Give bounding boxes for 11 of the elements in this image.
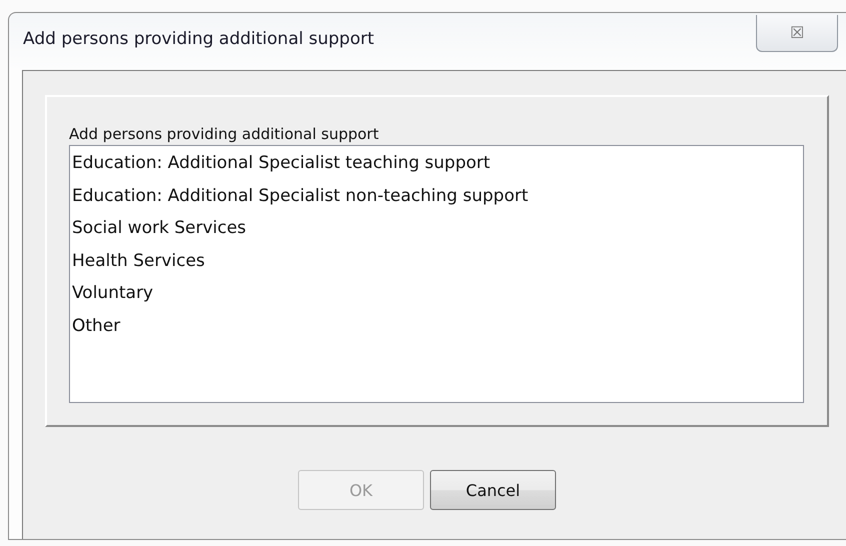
list-item[interactable]: Social work Services [70,212,246,244]
list-label: Add persons providing additional support [69,125,379,143]
list-item[interactable]: Education: Additional Specialist teaching support [70,147,490,180]
list-item[interactable]: Other [70,310,120,342]
list-item[interactable]: Education: Additional Specialist non-teaching support [70,180,528,212]
list-item[interactable]: Voluntary [70,277,154,310]
list-item[interactable]: Health Services [70,244,205,277]
close-button[interactable]: ☒ [756,15,838,52]
list-box[interactable]: Education: Additional Specialist teaching support Education: Additional Specialist non-teaching support Social work Services Health Services Voluntary Other [69,145,804,403]
window-title: Add persons providing additional support [23,29,374,49]
cancel-button[interactable]: Cancel [430,470,556,510]
